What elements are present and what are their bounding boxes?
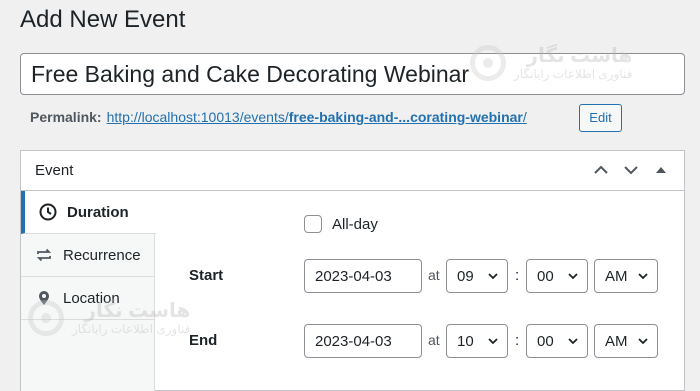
end-ampm-select[interactable]: AM xyxy=(594,324,658,358)
event-metabox: Event Duration Recurrence Location All-d… xyxy=(20,150,685,391)
start-time-colon: : xyxy=(515,267,520,284)
repeat-icon xyxy=(36,248,52,262)
tab-label: Location xyxy=(63,289,120,307)
permalink-label: Permalink: xyxy=(30,109,102,125)
tab-recurrence[interactable]: Recurrence xyxy=(21,234,154,277)
end-label: End xyxy=(189,332,218,349)
end-ampm-value: AM xyxy=(605,332,628,350)
end-minute-value: 00 xyxy=(537,332,554,350)
end-minute-select[interactable]: 00 xyxy=(526,324,588,358)
duration-panel: All-day Start 2023-04-03 at 09 : 00 AM E… xyxy=(156,191,684,390)
end-hour-select[interactable]: 10 xyxy=(446,324,508,358)
end-time-colon: : xyxy=(515,332,520,349)
page-title: Add New Event xyxy=(20,6,186,33)
start-ampm-value: AM xyxy=(605,267,628,285)
start-hour-select[interactable]: 09 xyxy=(446,259,508,293)
clock-icon xyxy=(39,203,57,221)
permalink-base: http://localhost:10013/events/ xyxy=(106,109,289,125)
allday-checkbox[interactable] xyxy=(304,215,322,233)
tab-label: Duration xyxy=(67,203,129,221)
chevron-down-icon xyxy=(488,273,498,280)
pin-icon xyxy=(39,291,49,305)
metabox-controls xyxy=(592,161,670,179)
start-minute-select[interactable]: 00 xyxy=(526,259,588,293)
tab-label: Recurrence xyxy=(63,246,141,264)
start-label: Start xyxy=(189,267,224,284)
collapse-toggle-icon[interactable] xyxy=(652,161,670,179)
chevron-down-icon xyxy=(568,273,578,280)
permalink-link[interactable]: http://localhost:10013/events/free-bakin… xyxy=(107,109,527,125)
metabox-title: Event xyxy=(35,162,74,179)
allday-option[interactable]: All-day xyxy=(304,215,378,233)
chevron-down-icon xyxy=(488,338,498,345)
move-down-icon[interactable] xyxy=(622,161,640,179)
permalink-slug: free-baking-and-...corating-webinar xyxy=(288,109,523,125)
edit-permalink-button[interactable]: Edit xyxy=(579,104,622,132)
end-date-input[interactable]: 2023-04-03 xyxy=(304,324,422,358)
end-hour-value: 10 xyxy=(457,332,474,350)
tab-duration[interactable]: Duration xyxy=(21,191,156,234)
event-title-input[interactable]: Free Baking and Cake Decorating Webinar xyxy=(20,53,685,95)
chevron-down-icon xyxy=(638,273,648,280)
end-at-text: at xyxy=(428,332,440,348)
tab-location[interactable]: Location xyxy=(21,277,154,320)
allday-label: All-day xyxy=(332,215,378,233)
start-at-text: at xyxy=(428,267,440,283)
event-tabs: Duration Recurrence Location xyxy=(21,191,156,391)
start-date-input[interactable]: 2023-04-03 xyxy=(304,259,422,293)
start-hour-value: 09 xyxy=(457,267,474,285)
permalink-row: Permalink: http://localhost:10013/events… xyxy=(30,109,527,125)
chevron-down-icon xyxy=(638,338,648,345)
chevron-down-icon xyxy=(568,338,578,345)
permalink-trailing: / xyxy=(522,109,527,125)
start-ampm-select[interactable]: AM xyxy=(594,259,658,293)
metabox-header: Event xyxy=(21,151,684,191)
start-minute-value: 00 xyxy=(537,267,554,285)
move-up-icon[interactable] xyxy=(592,161,610,179)
